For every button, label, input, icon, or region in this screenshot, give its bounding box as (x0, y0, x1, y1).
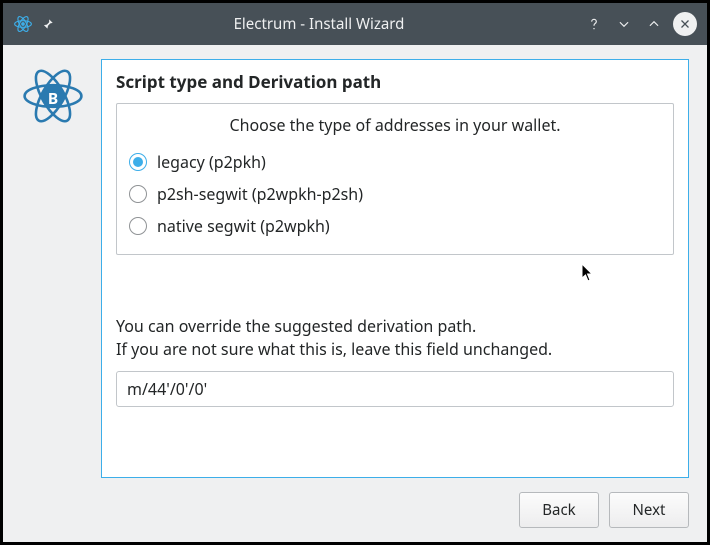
script-type-group: Choose the type of addresses in your wal… (116, 103, 674, 255)
radio-label: native segwit (p2wpkh) (157, 215, 330, 237)
pin-icon[interactable] (41, 17, 55, 31)
radio-label: p2sh-segwit (p2wpkh-p2sh) (157, 183, 363, 205)
radio-option-native-segwit[interactable]: native segwit (p2wpkh) (129, 210, 661, 242)
radio-option-legacy[interactable]: legacy (p2pkh) (129, 146, 661, 178)
content-row: B Script type and Derivation path Choose… (3, 45, 707, 486)
footer: Back Next (3, 486, 707, 542)
maximize-button[interactable] (643, 13, 665, 35)
hint-line: If you are not sure what this is, leave … (116, 338, 674, 361)
radio-icon (129, 217, 147, 235)
svg-text:B: B (48, 87, 58, 109)
window-body: B Script type and Derivation path Choose… (3, 45, 707, 542)
group-caption: Choose the type of addresses in your wal… (129, 114, 661, 136)
radio-icon (129, 153, 147, 171)
hint-line: You can override the suggested derivatio… (116, 315, 674, 338)
logo-column: B (13, 59, 93, 478)
window-title: Electrum - Install Wizard (63, 14, 575, 34)
section-title: Script type and Derivation path (116, 70, 674, 93)
close-button[interactable] (673, 12, 697, 36)
electrum-logo-icon: B (22, 65, 84, 478)
help-button[interactable] (583, 13, 605, 35)
minimize-button[interactable] (613, 13, 635, 35)
derivation-path-input[interactable] (116, 371, 674, 407)
derivation-hint: You can override the suggested derivatio… (116, 315, 674, 361)
titlebar: Electrum - Install Wizard (3, 3, 707, 45)
radio-label: legacy (p2pkh) (157, 151, 266, 173)
back-button[interactable]: Back (519, 492, 599, 528)
next-button[interactable]: Next (609, 492, 689, 528)
wizard-panel: Script type and Derivation path Choose t… (101, 59, 689, 478)
app-icon (13, 14, 33, 34)
radio-option-p2sh-segwit[interactable]: p2sh-segwit (p2wpkh-p2sh) (129, 178, 661, 210)
install-wizard-window: Electrum - Install Wizard (3, 3, 707, 542)
radio-icon (129, 185, 147, 203)
